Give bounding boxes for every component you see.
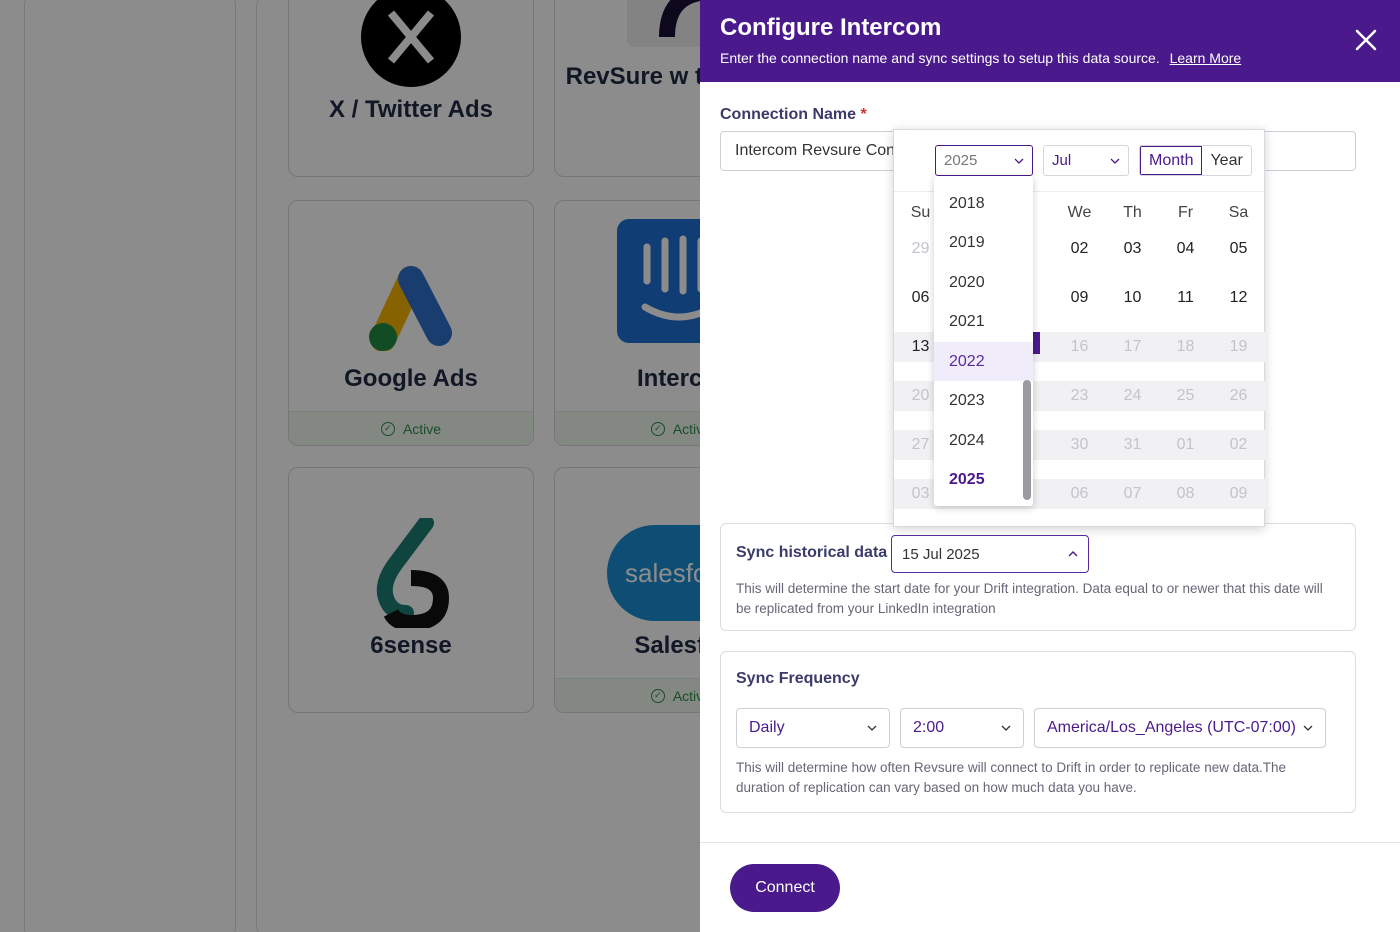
calendar-day[interactable]: 02 [1053, 240, 1106, 258]
chevron-down-icon [867, 725, 877, 731]
calendar-day: 24 [1123, 387, 1142, 404]
drawer-footer: Connect [700, 842, 1400, 932]
sync-historical-label: Sync historical data [736, 544, 888, 561]
month-select[interactable]: Jul [1043, 145, 1129, 176]
calendar-day[interactable]: 05 [1212, 240, 1265, 258]
year-select[interactable]: 2025 [935, 145, 1033, 176]
chevron-down-icon [1110, 158, 1120, 164]
year-option[interactable]: 2023 [934, 382, 1033, 421]
year-option[interactable]: 2025 [934, 461, 1033, 500]
year-option[interactable]: 2024 [934, 421, 1033, 460]
chevron-down-icon [1014, 158, 1024, 164]
mode-year-button[interactable]: Year [1202, 146, 1250, 175]
year-dropdown-list: 2018 2019 2020 2021 2022 2023 2024 2025 [934, 176, 1033, 506]
sync-frequency-description: This will determine how often Revsure wi… [736, 760, 1286, 795]
calendar-day: 02 [1229, 436, 1248, 453]
year-list-scrollbar[interactable] [1023, 380, 1031, 500]
drawer-header: Configure Intercom Enter the connection … [700, 0, 1400, 82]
year-option[interactable]: 2020 [934, 263, 1033, 302]
calendar-day[interactable]: 10 [1106, 289, 1159, 307]
calendar-day[interactable]: 11 [1159, 289, 1212, 307]
selected-day-marker [1033, 332, 1040, 354]
sync-historical-description: This will determine the start date for y… [736, 581, 1323, 616]
chevron-down-icon [1001, 725, 1011, 731]
sync-frequency-label: Sync Frequency [736, 670, 860, 687]
weekday-label: Sa [1228, 204, 1249, 221]
mode-month-button[interactable]: Month [1140, 146, 1203, 175]
calendar-day: 07 [1123, 485, 1142, 502]
year-option[interactable]: 2018 [934, 184, 1033, 223]
calendar-day: 16 [1070, 338, 1089, 355]
calendar-day: 25 [1176, 387, 1195, 404]
year-option[interactable]: 2019 [934, 224, 1033, 263]
chevron-down-icon [1303, 725, 1313, 731]
sync-historical-section: Sync historical data 15 Jul 2025 This wi… [720, 523, 1356, 631]
drawer-subtitle: Enter the connection name and sync setti… [720, 50, 1242, 66]
timezone-select[interactable]: America/Los_Angeles (UTC-07:00) [1034, 708, 1326, 748]
calendar-day: 06 [1070, 485, 1089, 502]
calendar-day: 17 [1123, 338, 1142, 355]
time-select[interactable]: 2:00 [900, 708, 1024, 748]
calendar-day: 19 [1229, 338, 1248, 355]
frequency-select[interactable]: Daily [736, 708, 890, 748]
weekday-label: Th [1123, 204, 1142, 221]
calendar-day[interactable]: 09 [1053, 289, 1106, 307]
year-option[interactable]: 2021 [934, 303, 1033, 342]
weekday-label: We [1067, 204, 1092, 221]
calendar-day: 26 [1229, 387, 1248, 404]
sync-start-date-picker[interactable]: 15 Jul 2025 [891, 535, 1089, 573]
calendar-day: 23 [1070, 387, 1089, 404]
view-mode-toggle: Month Year [1139, 145, 1252, 176]
calendar-day: 30 [1070, 436, 1089, 453]
close-icon[interactable] [1352, 26, 1380, 54]
calendar-day: 09 [1229, 485, 1248, 502]
learn-more-link[interactable]: Learn More [1170, 50, 1242, 66]
calendar-day: 31 [1123, 436, 1142, 453]
sync-frequency-section: Sync Frequency Daily 2:00 America/Los_An… [720, 651, 1356, 813]
required-mark: * [860, 106, 867, 123]
calendar-day: 18 [1176, 338, 1195, 355]
connection-name-label: Connection Name * [720, 106, 867, 123]
calendar-day: 08 [1176, 485, 1195, 502]
connect-button[interactable]: Connect [730, 864, 840, 912]
calendar-day: 01 [1176, 436, 1195, 453]
chevron-up-icon [1068, 551, 1078, 557]
calendar-day[interactable]: 03 [1106, 240, 1159, 258]
calendar-day[interactable]: 04 [1159, 240, 1212, 258]
drawer-title: Configure Intercom [720, 14, 942, 41]
weekday-label: Fr [1177, 204, 1194, 221]
calendar-day[interactable]: 12 [1212, 289, 1265, 307]
year-option[interactable]: 2022 [934, 342, 1033, 381]
